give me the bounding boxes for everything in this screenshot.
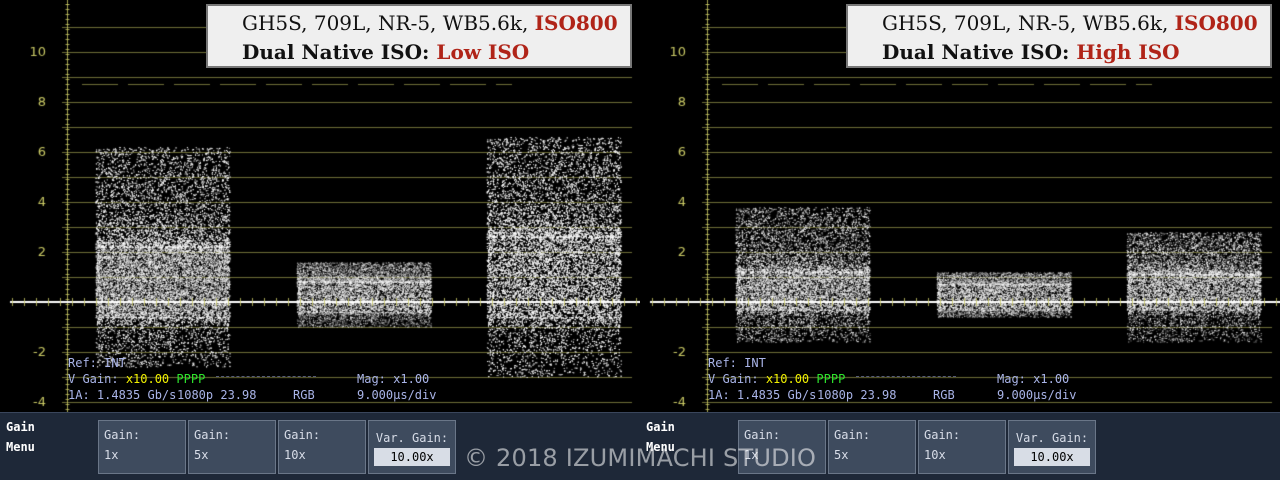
caption-box: GH5S, 709L, NR-5, WB5.6k, ISO800 Dual Na…: [206, 4, 632, 68]
vgain-flags: PPPP: [816, 372, 846, 386]
vgain-label: V Gain:: [708, 372, 759, 386]
caption-iso: ISO800: [1174, 11, 1258, 35]
waveform-panel-right: GH5S, 709L, NR-5, WB5.6k, ISO800 Dual Na…: [640, 0, 1280, 480]
mag-readout: Mag: x1.00: [357, 372, 429, 386]
gain-10x-button[interactable]: Gain: 10x: [278, 420, 366, 474]
gain-5x-button[interactable]: Gain: 5x: [828, 420, 916, 474]
vgain-label: V Gain:: [68, 372, 119, 386]
vgain-flags: PPPP: [176, 372, 206, 386]
format-readout: 1080p 23.98: [177, 388, 257, 402]
var-gain-value: 10.00x: [1014, 448, 1090, 466]
copyright-watermark: © 2018 IZUMIMACHI STUDIO: [464, 444, 817, 472]
caption-dual-iso-label: Dual Native ISO:: [242, 40, 430, 64]
caption-iso: ISO800: [534, 11, 618, 35]
caption-iso-mode: Low ISO: [436, 40, 530, 64]
reference-readout: Ref: INT: [68, 356, 126, 370]
gain-5x-button[interactable]: Gain: 5x: [188, 420, 276, 474]
gain-indicator-line: [856, 376, 956, 378]
timebase-readout: 9.000µs/div: [997, 388, 1077, 402]
timebase-readout: 9.000µs/div: [357, 388, 437, 402]
gain-10x-button[interactable]: Gain: 10x: [918, 420, 1006, 474]
caption-dual-iso-label: Dual Native ISO:: [882, 40, 1070, 64]
caption-iso-mode: High ISO: [1076, 40, 1180, 64]
gain-1x-button[interactable]: Gain: 1x: [98, 420, 186, 474]
mag-label: Mag:: [997, 372, 1026, 386]
var-gain-button[interactable]: Var. Gain: 10.00x: [1008, 420, 1096, 474]
gain-indicator-line: [216, 376, 316, 378]
color-space-readout: RGB: [933, 388, 955, 402]
var-gain-label: Var. Gain:: [375, 431, 449, 445]
mag-value: x1.00: [1033, 372, 1070, 386]
mag-readout: Mag: x1.00: [997, 372, 1069, 386]
mag-value: x1.00: [393, 372, 430, 386]
format-readout: 1080p 23.98: [817, 388, 897, 402]
waveform-panel-left: GH5S, 709L, NR-5, WB5.6k, ISO800 Dual Na…: [0, 0, 640, 480]
var-gain-button[interactable]: Var. Gain: 10.00x: [368, 420, 456, 474]
var-gain-label: Var. Gain:: [1015, 431, 1089, 445]
caption-settings: GH5S, 709L, NR-5, WB5.6k,: [242, 11, 529, 35]
caption-settings: GH5S, 709L, NR-5, WB5.6k,: [882, 11, 1169, 35]
gain-menu-title: Gain Menu: [6, 420, 35, 454]
link-readout: 1A: 1.4835 Gb/s: [68, 388, 177, 402]
var-gain-value: 10.00x: [374, 448, 450, 466]
mag-label: Mag:: [357, 372, 386, 386]
gain-readout-row: V Gain: x10.00 PPPP: [68, 372, 205, 386]
vgain-value: x10.00: [125, 372, 170, 386]
caption-box: GH5S, 709L, NR-5, WB5.6k, ISO800 Dual Na…: [846, 4, 1272, 68]
color-space-readout: RGB: [293, 388, 315, 402]
gain-readout-row: V Gain: x10.00 PPPP: [708, 372, 845, 386]
vgain-value: x10.00: [765, 372, 810, 386]
link-readout: 1A: 1.4835 Gb/s: [708, 388, 817, 402]
reference-readout: Ref: INT: [708, 356, 766, 370]
